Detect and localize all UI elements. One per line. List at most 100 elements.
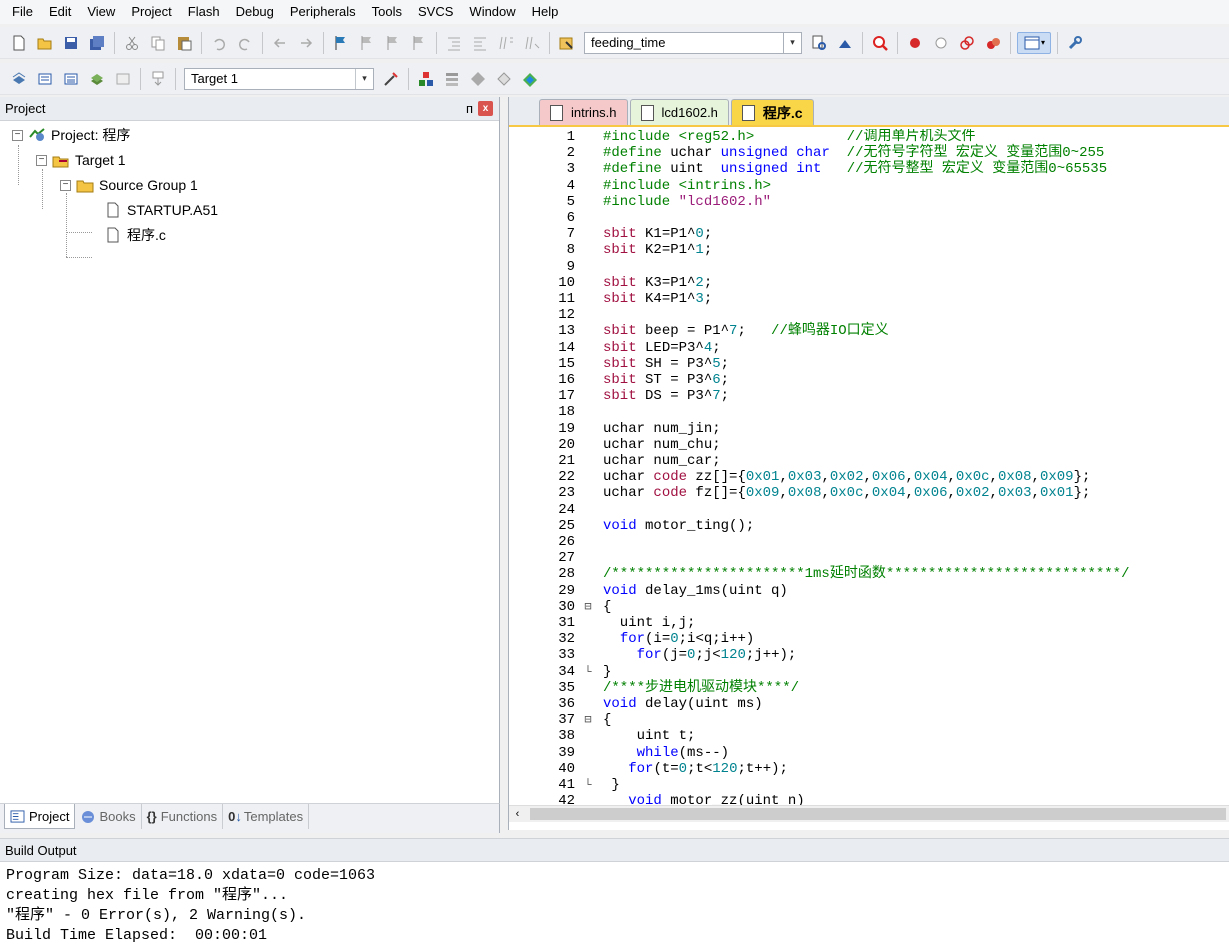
tab-books[interactable]: Books	[75, 804, 142, 829]
editor-tabs: intrins.h lcd1602.h 程序.c	[509, 97, 1229, 127]
paste-icon[interactable]	[173, 32, 195, 54]
menu-item-tools[interactable]: Tools	[364, 0, 410, 24]
undo-icon[interactable]	[208, 32, 230, 54]
code-token: 3	[695, 291, 704, 307]
code-token: zz[]={	[687, 469, 746, 486]
tree-node-source-group[interactable]: − Source Group 1	[60, 174, 198, 196]
code-token: K2=P1^	[636, 242, 696, 259]
uncomment-icon[interactable]	[521, 32, 543, 54]
rebuild-icon[interactable]	[60, 68, 82, 90]
fold-marker[interactable]: ⊟	[579, 712, 597, 728]
horizontal-scrollbar[interactable]: ‹	[509, 805, 1229, 822]
line-number: 5	[566, 193, 575, 210]
find-combo[interactable]: feeding_time	[584, 31, 784, 54]
nav-back-icon[interactable]	[269, 32, 291, 54]
bookmark-clear-icon[interactable]	[408, 32, 430, 54]
manage-rte-icon[interactable]	[519, 68, 541, 90]
select-packs-icon[interactable]	[467, 68, 489, 90]
pack-installer-icon[interactable]	[493, 68, 515, 90]
tab-main-c[interactable]: 程序.c	[730, 99, 814, 125]
menu-item-window[interactable]: Window	[461, 0, 523, 24]
cut-icon[interactable]	[121, 32, 143, 54]
code-token: void	[603, 517, 637, 534]
manage-project-items-icon[interactable]	[415, 68, 437, 90]
target-select[interactable]: Target 1 ▾	[184, 67, 374, 90]
menu-item-view[interactable]: View	[79, 0, 123, 24]
target-options-icon[interactable]	[380, 68, 402, 90]
find-icon[interactable]	[808, 32, 830, 54]
collapse-toggle[interactable]: −	[60, 179, 71, 191]
manage-multi-project-icon[interactable]	[441, 68, 463, 90]
open-file-icon[interactable]	[34, 32, 56, 54]
fold-marker[interactable]: └	[579, 664, 597, 680]
build-output-area[interactable]: Program Size: data=18.0 xdata=0 code=106…	[0, 862, 1229, 951]
find-in-files-icon[interactable]	[556, 32, 578, 54]
indent-icon[interactable]	[443, 32, 465, 54]
code-token: ,	[821, 485, 830, 502]
new-file-icon[interactable]	[8, 32, 30, 54]
save-all-icon[interactable]	[86, 32, 108, 54]
pin-icon[interactable]: ᴨ	[466, 101, 473, 116]
redo-icon[interactable]	[234, 32, 256, 54]
close-icon[interactable]: x	[478, 101, 493, 116]
comment-icon[interactable]	[495, 32, 517, 54]
menu-item-flash[interactable]: Flash	[180, 0, 228, 24]
fold-marker[interactable]: ⊟	[579, 599, 597, 615]
breakpoint-kill-all-icon[interactable]	[982, 32, 1004, 54]
incremental-find-icon[interactable]	[834, 32, 856, 54]
code-area[interactable]: 1 #include <reg52.h> //调用单片机头文件 2 #define u…	[509, 129, 1229, 805]
menu-item-svcs[interactable]: SVCS	[410, 0, 461, 24]
menu-item-debug[interactable]: Debug	[228, 0, 282, 24]
bookmark-prev-icon[interactable]	[356, 32, 378, 54]
find-combo-dropdown[interactable]: ▾	[784, 31, 802, 54]
menu-item-help[interactable]: Help	[524, 0, 567, 24]
line-number: 31	[558, 615, 575, 631]
debug-session-icon[interactable]	[869, 32, 891, 54]
tab-intrins-h[interactable]: intrins.h	[539, 99, 628, 125]
download-icon[interactable]	[147, 68, 169, 90]
fold-marker[interactable]: └	[579, 777, 597, 793]
tab-lcd1602-h[interactable]: lcd1602.h	[629, 99, 729, 125]
tree-node-label: 程序.c	[127, 227, 166, 243]
batch-build-icon[interactable]	[86, 68, 108, 90]
line-number: 21	[558, 453, 575, 469]
breakpoint-disable-icon[interactable]	[930, 32, 952, 54]
tree-node-main-file[interactable]: 程序.c	[104, 224, 166, 246]
nav-forward-icon[interactable]	[295, 32, 317, 54]
tree-node-startup-file[interactable]: STARTUP.A51	[104, 199, 218, 221]
build-icon[interactable]	[34, 68, 56, 90]
scroll-thumb[interactable]	[530, 808, 1226, 820]
code-token: ,	[779, 485, 788, 502]
line-number: 28	[558, 566, 575, 583]
save-icon[interactable]	[60, 32, 82, 54]
breakpoint-icon[interactable]	[904, 32, 926, 54]
window-layout-icon[interactable]: ▾	[1017, 31, 1051, 54]
line-number: 30	[558, 598, 575, 615]
tab-templates[interactable]: 0↓ Templates	[223, 804, 310, 829]
copy-icon[interactable]	[147, 32, 169, 54]
collapse-toggle[interactable]: −	[36, 154, 47, 166]
bookmark-next-icon[interactable]	[382, 32, 404, 54]
menu-item-file[interactable]: File	[4, 0, 41, 24]
tab-functions[interactable]: {} Functions	[142, 804, 224, 829]
collapse-toggle[interactable]: −	[12, 129, 23, 141]
menu-item-project[interactable]: Project	[123, 0, 179, 24]
breakpoint-disable-all-icon[interactable]	[956, 32, 978, 54]
tree-node-target[interactable]: − Target 1	[36, 149, 126, 171]
tree-node-label: Source Group 1	[99, 177, 198, 193]
scroll-left-icon[interactable]: ‹	[509, 806, 526, 823]
stop-build-icon[interactable]	[112, 68, 134, 90]
code-token: ,	[1031, 485, 1040, 502]
menu-item-peripherals[interactable]: Peripherals	[282, 0, 364, 24]
tree-node-project[interactable]: − Project: 程序	[12, 124, 130, 146]
menu-item-edit[interactable]: Edit	[41, 0, 79, 24]
tab-project[interactable]: Project	[4, 804, 76, 829]
bookmark-icon[interactable]	[330, 32, 352, 54]
code-token: //调用单片机头文件	[846, 129, 976, 145]
unindent-icon[interactable]	[469, 32, 491, 54]
code-token: ,	[947, 469, 956, 486]
configure-icon[interactable]	[1064, 32, 1086, 54]
code-text: sbit K2=P1^1;	[597, 242, 712, 258]
translate-icon[interactable]	[8, 68, 30, 90]
